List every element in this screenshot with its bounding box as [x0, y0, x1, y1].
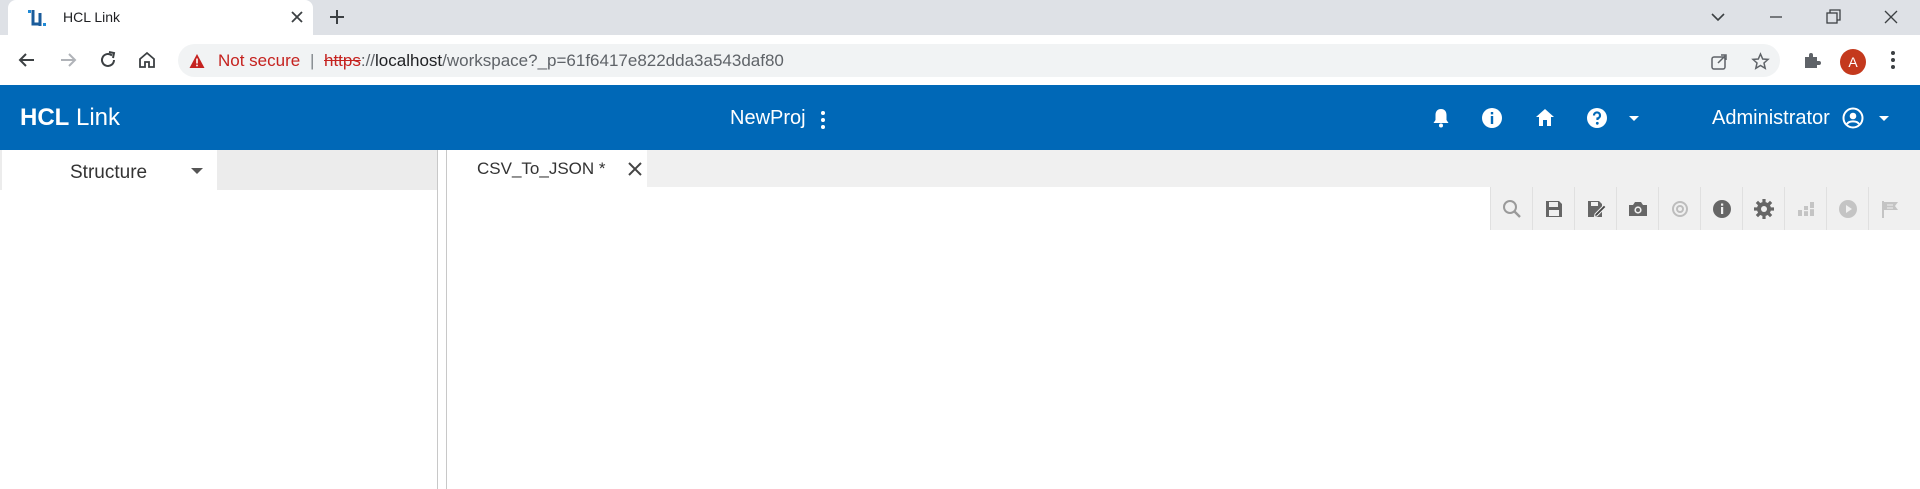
- editor-tab-csv-to-json[interactable]: CSV_To_JSON *: [447, 150, 647, 187]
- browser-tab[interactable]: HCL Link: [8, 0, 313, 35]
- save-icon: [1545, 200, 1562, 217]
- editor-tab-strip: CSV_To_JSON *: [447, 150, 1920, 187]
- back-arrow-icon[interactable]: [16, 49, 38, 71]
- search-button[interactable]: [1490, 187, 1532, 230]
- close-tab-icon[interactable]: [627, 161, 643, 177]
- project-menu-icon[interactable]: [817, 109, 829, 131]
- tab-close-icon[interactable]: [288, 8, 306, 26]
- brand-link: Link: [69, 104, 121, 131]
- help-icon[interactable]: [1585, 106, 1609, 130]
- forward-arrow-icon[interactable]: [57, 49, 79, 71]
- url-text[interactable]: https://localhost/workspace?_p=61f6417e8…: [324, 51, 784, 71]
- save-as-button[interactable]: [1574, 187, 1616, 230]
- left-panel: Structure: [0, 150, 437, 489]
- minimize-icon[interactable]: [1765, 6, 1787, 28]
- deploy-button[interactable]: [1784, 187, 1826, 230]
- url-scheme-separator: ://: [360, 51, 376, 70]
- share-icon[interactable]: [1710, 52, 1729, 71]
- window-close-icon[interactable]: [1880, 6, 1902, 28]
- gear-icon: [1753, 198, 1774, 219]
- reload-icon[interactable]: [97, 49, 119, 71]
- run-button[interactable]: [1826, 187, 1868, 230]
- info-icon[interactable]: [1480, 106, 1504, 130]
- security-separator: |: [310, 51, 315, 70]
- play-circle-disabled-icon: [1838, 199, 1857, 218]
- restore-icon[interactable]: [1822, 6, 1844, 28]
- brand-hcl: HCL: [20, 104, 70, 131]
- url-path: /workspace?_p=61f6417e822dda3a543daf80: [442, 51, 784, 70]
- eye-disabled-icon: [1671, 200, 1688, 217]
- results-button[interactable]: [1868, 187, 1910, 230]
- panel-splitter[interactable]: [437, 150, 447, 489]
- browser-tab-strip: HCL Link: [0, 0, 1920, 35]
- bar-chart-disabled-icon: [1797, 201, 1814, 216]
- settings-button[interactable]: [1742, 187, 1784, 230]
- dropdown-caret-icon[interactable]: [190, 167, 204, 175]
- user-menu-caret-icon[interactable]: [1872, 106, 1896, 130]
- new-tab-icon[interactable]: [327, 7, 347, 27]
- save-edit-icon: [1587, 200, 1607, 217]
- user-name[interactable]: Administrator: [1712, 107, 1830, 130]
- address-bar[interactable]: Not secure | https://localhost/workspace…: [178, 44, 1780, 77]
- editor-toolbar: [1490, 187, 1920, 230]
- app-logo[interactable]: HCL Link: [20, 104, 120, 132]
- tab-search-chevron-icon[interactable]: [1707, 6, 1729, 28]
- profile-avatar[interactable]: A: [1840, 49, 1866, 75]
- url-scheme: https: [324, 51, 361, 70]
- browser-toolbar: Not secure | https://localhost/workspace…: [0, 35, 1920, 85]
- app-header: HCL Link NewProj Administrator: [0, 85, 1920, 150]
- project-name[interactable]: NewProj: [730, 107, 806, 130]
- camera-icon: [1628, 201, 1647, 216]
- extensions-puzzle-icon[interactable]: [1801, 49, 1823, 71]
- editor-tab-label: CSV_To_JSON *: [477, 159, 606, 178]
- home-icon[interactable]: [136, 49, 158, 71]
- hcl-link-favicon-icon: [28, 10, 46, 26]
- user-account-icon[interactable]: [1841, 106, 1865, 130]
- structure-label: Structure: [70, 162, 148, 183]
- search-icon: [1502, 199, 1521, 218]
- warning-triangle-icon[interactable]: [189, 53, 205, 69]
- flag-list-disabled-icon: [1881, 200, 1898, 218]
- home-nav-icon[interactable]: [1533, 106, 1557, 130]
- browser-menu-icon[interactable]: [1882, 49, 1904, 71]
- save-button[interactable]: [1532, 187, 1574, 230]
- help-menu-caret-icon[interactable]: [1622, 106, 1646, 130]
- info-circle-icon: [1712, 199, 1731, 218]
- bookmark-star-icon[interactable]: [1751, 52, 1770, 71]
- editor-area: CSV_To_JSON *: [447, 150, 1920, 489]
- snapshot-button[interactable]: [1616, 187, 1658, 230]
- properties-button[interactable]: [1700, 187, 1742, 230]
- notifications-bell-icon[interactable]: [1429, 106, 1453, 130]
- browser-tab-title: HCL Link: [63, 9, 121, 25]
- left-panel-tab-strip: Structure: [0, 150, 437, 190]
- structure-view-selector[interactable]: Structure: [2, 150, 217, 190]
- not-secure-label[interactable]: Not secure: [218, 51, 300, 71]
- compare-button[interactable]: [1658, 187, 1700, 230]
- url-host: localhost: [375, 51, 443, 70]
